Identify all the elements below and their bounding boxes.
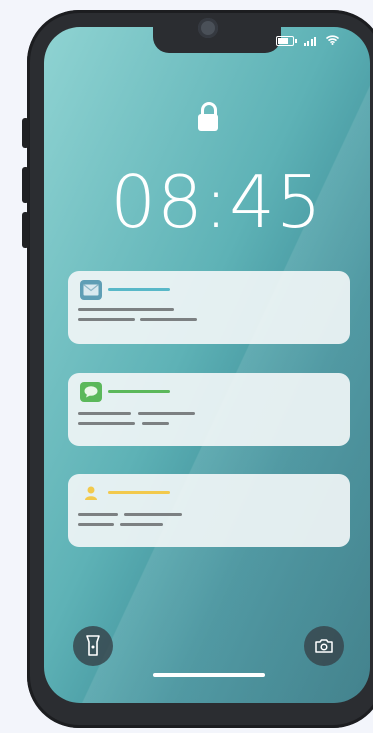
envelope-icon bbox=[80, 280, 102, 300]
notification-line bbox=[78, 308, 174, 311]
camera-icon bbox=[315, 639, 333, 653]
notification-title-bar bbox=[108, 390, 170, 393]
front-camera bbox=[198, 18, 218, 38]
home-indicator[interactable] bbox=[153, 673, 265, 677]
notification-line bbox=[78, 318, 135, 321]
notification-line bbox=[78, 523, 114, 526]
notification-line bbox=[78, 513, 118, 516]
notification-line bbox=[124, 513, 182, 516]
notification-card-messages[interactable] bbox=[68, 373, 350, 446]
notification-line bbox=[78, 422, 135, 425]
lock-icon bbox=[198, 102, 220, 132]
notification-title-bar bbox=[108, 288, 170, 291]
flashlight-icon bbox=[86, 635, 100, 656]
battery-icon bbox=[275, 36, 297, 46]
clock-time: 08:45 bbox=[110, 160, 323, 244]
notification-card-mail[interactable] bbox=[68, 271, 350, 344]
notification-card-contacts[interactable] bbox=[68, 474, 350, 547]
flashlight-button[interactable] bbox=[73, 626, 113, 666]
person-icon bbox=[80, 483, 102, 503]
notification-title-bar bbox=[108, 491, 170, 494]
camera-button[interactable] bbox=[304, 626, 344, 666]
wifi-icon bbox=[325, 35, 340, 47]
notification-line bbox=[120, 523, 163, 526]
side-button-mute bbox=[22, 118, 29, 148]
notification-line bbox=[138, 412, 195, 415]
notification-line bbox=[78, 412, 131, 415]
signal-icon bbox=[303, 36, 316, 46]
notification-line bbox=[140, 318, 197, 321]
status-bar bbox=[275, 35, 340, 47]
notification-line bbox=[142, 422, 169, 425]
chat-bubble-icon bbox=[80, 382, 102, 402]
